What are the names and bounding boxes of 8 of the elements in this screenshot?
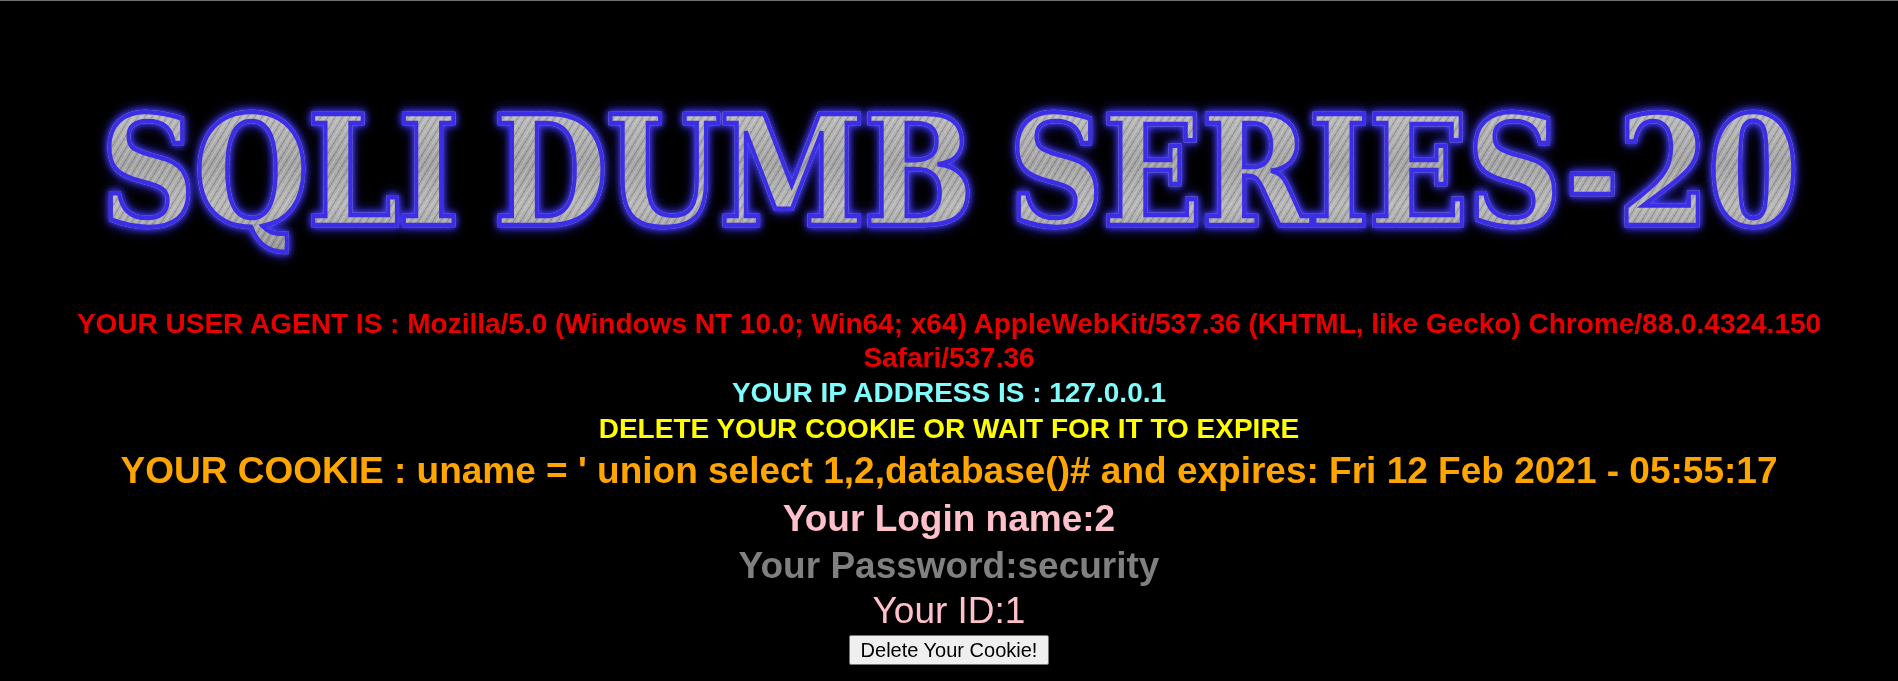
- delete-cookie-button[interactable]: Delete Your Cookie!: [848, 635, 1050, 665]
- cookie-notice-text: DELETE YOUR COOKIE OR WAIT FOR IT TO EXPIRE: [598, 412, 1300, 446]
- user-agent-text: YOUR USER AGENT IS : Mozilla/5.0 (Windows NT 10.0; Win64; x64) AppleWebKit/537.36 (KHTML, like Gecko) Chrome/88.0.4324.150 Safari/537.36: [75, 307, 1823, 375]
- login-name-text: Your Login name:2: [782, 497, 1116, 541]
- user-id-text: Your ID:1: [872, 589, 1026, 633]
- password-text: Your Password:security: [738, 544, 1160, 588]
- cookie-text: YOUR COOKIE : uname = ' union select 1,2,database()# and expires: Fri 12 Feb 2021 - 05:55:17: [120, 449, 1778, 493]
- ip-address-text: YOUR IP ADDRESS IS : 127.0.0.1: [731, 376, 1167, 410]
